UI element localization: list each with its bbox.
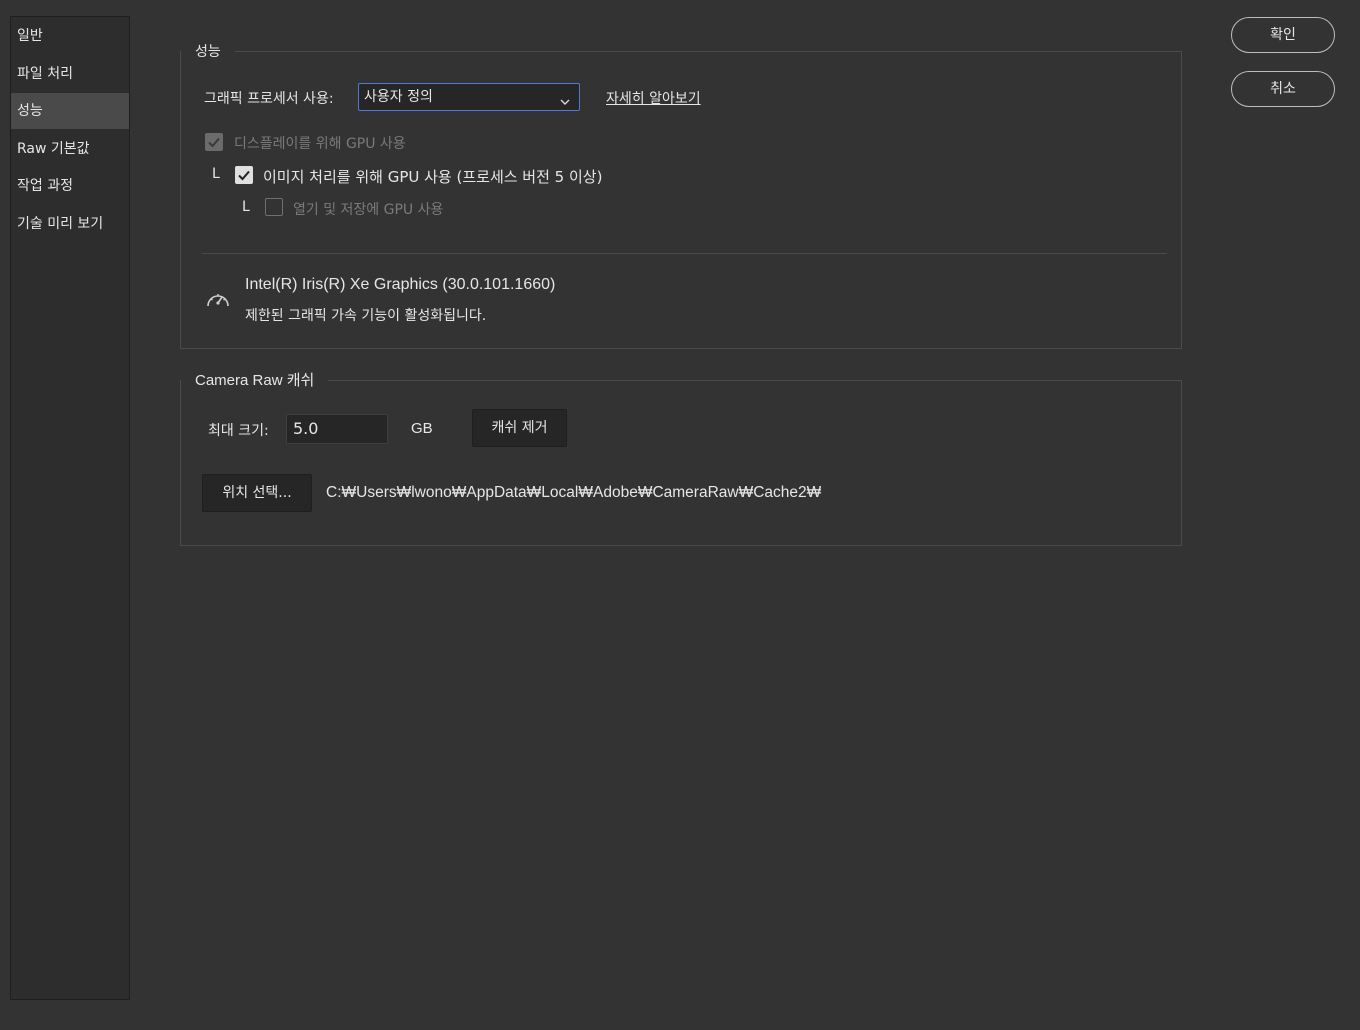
cache-group — [180, 380, 1182, 546]
checkmark-icon — [208, 137, 220, 148]
cancel-button[interactable]: 취소 — [1231, 71, 1335, 107]
sidebar-nav: 일반 파일 처리 성능 Raw 기본값 작업 과정 기술 미리 보기 — [10, 16, 130, 1000]
checkmark-icon — [238, 170, 250, 181]
gpu-open-save-checkbox[interactable] — [265, 198, 283, 216]
cache-path: C:₩Users₩lwono₩AppData₩Local₩Adobe₩Camer… — [326, 484, 822, 501]
sidebar-item-technology-previews[interactable]: 기술 미리 보기 — [11, 206, 129, 242]
max-size-label: 최대 크기: — [208, 423, 269, 439]
sidebar-item-general[interactable]: 일반 — [11, 18, 129, 54]
size-unit: GB — [411, 420, 433, 437]
max-size-input[interactable]: 5.0 — [286, 414, 388, 444]
gpu-image-processing-checkbox[interactable] — [235, 166, 253, 184]
learn-more-link[interactable]: 자세히 알아보기 — [606, 88, 701, 108]
sidebar-item-workflows[interactable]: 작업 과정 — [11, 168, 129, 204]
speedometer-icon — [205, 288, 231, 314]
gpu-select-value: 사용자 정의 — [364, 89, 433, 105]
performance-divider — [202, 253, 1167, 254]
chevron-down-icon — [559, 91, 571, 117]
gpu-status: 제한된 그래픽 가속 기능이 활성화됩니다. — [245, 308, 487, 324]
gpu-open-save-label: 열기 및 저장에 GPU 사용 — [293, 202, 444, 218]
gpu-display-label: 디스플레이를 위해 GPU 사용 — [234, 136, 406, 152]
sidebar-item-performance[interactable]: 성능 — [11, 93, 129, 129]
ok-button[interactable]: 확인 — [1231, 17, 1335, 53]
gpu-display-checkbox[interactable] — [205, 133, 223, 151]
choose-location-button[interactable]: 위치 선택... — [202, 474, 312, 512]
cache-legend: Camera Raw 캐쉬 — [181, 372, 329, 390]
purge-cache-button[interactable]: 캐쉬 제거 — [472, 409, 567, 447]
gpu-label: 그래픽 프로세서 사용: — [204, 91, 334, 107]
tree-marker-nested: L — [242, 199, 250, 215]
gpu-image-processing-label: 이미지 처리를 위해 GPU 사용 (프로세스 버전 5 이상) — [263, 168, 603, 186]
gpu-name: Intel(R) Iris(R) Xe Graphics (30.0.101.1… — [245, 276, 556, 293]
tree-marker: L — [212, 166, 220, 182]
gpu-select[interactable]: 사용자 정의 — [358, 83, 580, 111]
sidebar-item-file-handling[interactable]: 파일 처리 — [11, 56, 129, 92]
sidebar-item-raw-defaults[interactable]: Raw 기본값 — [11, 131, 129, 167]
performance-legend: 성능 — [181, 43, 235, 61]
